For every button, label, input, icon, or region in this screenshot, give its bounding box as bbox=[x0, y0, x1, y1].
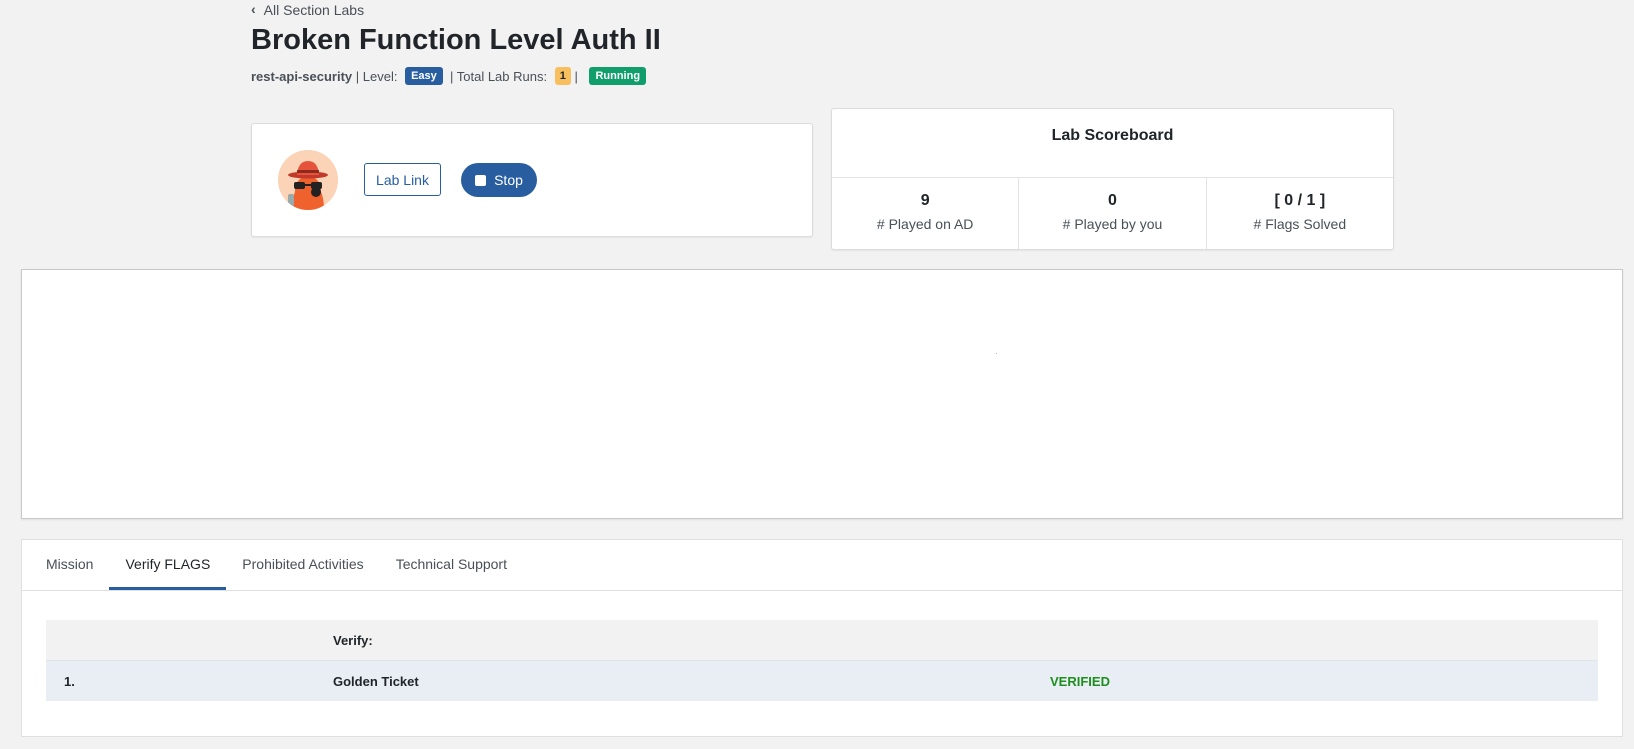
stat-played-on-ad: 9 # Played on AD bbox=[832, 178, 1020, 249]
hacker-avatar-icon bbox=[278, 150, 338, 210]
page-title: Broken Function Level Auth II bbox=[251, 24, 661, 56]
stop-label: Stop bbox=[494, 172, 523, 188]
stat-label: # Played by you bbox=[1062, 216, 1163, 232]
scoreboard-title: Lab Scoreboard bbox=[1051, 127, 1174, 144]
runs-prefix: | Total Lab Runs: bbox=[442, 68, 551, 84]
header-col-status bbox=[1050, 620, 1598, 661]
level-prefix: | Level: bbox=[352, 68, 402, 84]
stat-played-by-you: 0 # Played by you bbox=[1019, 178, 1207, 249]
stat-flags-solved: [ 0 / 1 ] # Flags Solved bbox=[1207, 178, 1393, 249]
lab-link-button[interactable]: Lab Link bbox=[364, 163, 441, 196]
lab-control-card: Lab Link Stop bbox=[251, 123, 813, 237]
tab-technical-support[interactable]: Technical Support bbox=[380, 540, 523, 590]
stat-label: # Flags Solved bbox=[1253, 216, 1347, 232]
tab-bar: Mission Verify FLAGS Prohibited Activiti… bbox=[22, 540, 1622, 591]
lab-details-panel: Mission Verify FLAGS Prohibited Activiti… bbox=[21, 539, 1623, 737]
tab-prohibited-activities[interactable]: Prohibited Activities bbox=[226, 540, 379, 590]
stop-lab-button[interactable]: Stop bbox=[461, 163, 537, 197]
lab-scoreboard: Lab Scoreboard 9 # Played on AD 0 # Play… bbox=[831, 108, 1394, 250]
stop-icon bbox=[475, 174, 487, 186]
lab-slug: rest-api-security bbox=[251, 68, 353, 84]
header-col-number bbox=[46, 620, 333, 661]
back-to-section-labs-link[interactable]: ‹ All Section Labs bbox=[251, 1, 365, 18]
level-badge: Easy bbox=[405, 67, 443, 85]
stat-label: # Played on AD bbox=[876, 216, 974, 232]
flag-status: VERIFIED bbox=[1050, 673, 1110, 689]
lab-meta: rest-api-security | Level: Easy | Total … bbox=[251, 67, 647, 85]
loading-indicator bbox=[996, 353, 997, 354]
stat-value: [ 0 / 1 ] bbox=[1274, 192, 1326, 209]
back-link-label: All Section Labs bbox=[263, 2, 365, 18]
chevron-left-icon: ‹ bbox=[251, 1, 256, 17]
flag-name: Golden Ticket bbox=[333, 673, 419, 689]
meta-separator: | bbox=[570, 68, 582, 84]
table-header-row: Verify: bbox=[46, 620, 1598, 661]
header-col-verify: Verify: bbox=[333, 632, 373, 648]
lab-embed-frame[interactable] bbox=[21, 269, 1623, 519]
status-badge: Running bbox=[589, 67, 647, 85]
verify-flags-table: Verify: 1. Golden Ticket VERIFIED bbox=[46, 620, 1598, 701]
tab-mission[interactable]: Mission bbox=[30, 540, 109, 590]
table-row: 1. Golden Ticket VERIFIED bbox=[46, 660, 1598, 701]
stat-value: 9 bbox=[920, 192, 930, 209]
scoreboard-stats: 9 # Played on AD 0 # Played by you [ 0 /… bbox=[832, 178, 1393, 249]
tab-verify-flags[interactable]: Verify FLAGS bbox=[109, 540, 227, 590]
stat-value: 0 bbox=[1108, 192, 1117, 209]
lab-runs-badge: 1 bbox=[554, 67, 571, 85]
flag-number: 1. bbox=[64, 673, 75, 689]
